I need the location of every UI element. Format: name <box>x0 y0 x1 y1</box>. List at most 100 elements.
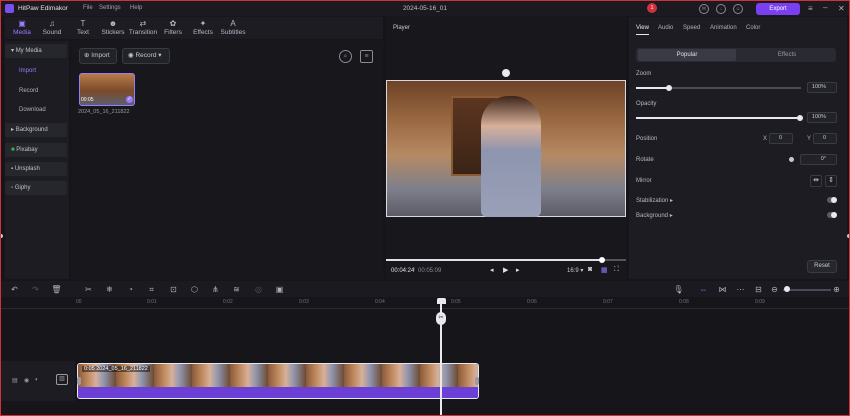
crop-icon[interactable]: ⌗ <box>146 284 157 295</box>
tab-color[interactable]: Color <box>746 25 760 31</box>
subtitle-icon: A <box>230 19 236 28</box>
tab-text[interactable]: T Text <box>68 19 98 36</box>
rotate-handle[interactable] <box>502 69 510 77</box>
playhead-handle[interactable] <box>436 298 446 304</box>
sidebar-item-background[interactable]: ▸ Background <box>5 123 67 137</box>
tab-label: Effects <box>193 29 213 36</box>
mirror-vertical-icon[interactable]: ⇕ <box>825 175 837 187</box>
sidebar-item-pixabay[interactable]: ■ Pixabay <box>5 143 67 157</box>
zoom-slider-knob[interactable] <box>666 85 672 91</box>
stabilization-toggle[interactable] <box>827 197 837 203</box>
play-icon[interactable]: ▶ <box>503 266 508 274</box>
tab-stickers[interactable]: ☻ Stickers <box>98 19 128 36</box>
split-icon[interactable]: ✂ <box>83 284 94 295</box>
timeline-zoom-slider[interactable] <box>783 289 831 291</box>
pos-y-input[interactable]: 0 <box>813 133 837 144</box>
lock-icon[interactable]: ▤ <box>12 377 18 384</box>
tab-view[interactable]: View <box>636 25 649 31</box>
account-icon[interactable]: ☺ <box>733 4 743 14</box>
zoom-input[interactable]: 100% <box>807 82 837 93</box>
fit-icon[interactable]: ⊟ <box>753 284 764 295</box>
sidebar-sub-import[interactable]: Import <box>19 68 36 74</box>
notification-badge[interactable]: 1 <box>647 3 657 13</box>
reset-button[interactable]: Reset <box>807 260 837 273</box>
ruler-tick: 0:04 <box>375 299 385 305</box>
tab-animation[interactable]: Animation <box>710 25 737 31</box>
tab-subtitles[interactable]: A Subtitles <box>218 19 248 36</box>
sidebar-item-giphy[interactable]: ▫ Giphy <box>5 181 67 195</box>
clip-left-handle[interactable] <box>77 377 81 385</box>
tab-filters[interactable]: ✿ Filters <box>158 19 188 36</box>
freeze-icon[interactable]: ❄ <box>104 284 115 295</box>
prev-frame-icon[interactable]: ◂ <box>490 266 494 274</box>
minimize-icon[interactable]: – <box>823 3 827 12</box>
zoom-in-icon[interactable]: ⊕ <box>831 284 842 295</box>
tab-transition[interactable]: ⇄ Transition <box>128 19 158 36</box>
player-scrubber-knob[interactable] <box>599 256 605 263</box>
camera-icon[interactable]: ◙ <box>588 266 592 273</box>
link-icon[interactable]: ⇔ <box>698 284 709 295</box>
speed-icon[interactable]: ◔ <box>125 284 136 295</box>
total-time: 00:05:09 <box>418 268 442 274</box>
duration-icon[interactable]: ⊡ <box>168 284 179 295</box>
delete-icon[interactable]: 🗑 <box>51 284 62 295</box>
tab-speed[interactable]: Speed <box>683 25 700 31</box>
caption-icon[interactable]: ▣ <box>274 284 285 295</box>
timeline-ruler[interactable] <box>1 297 849 309</box>
zoom-out-icon[interactable]: ⊖ <box>769 284 780 295</box>
sidebar-sub-record[interactable]: Record <box>19 88 38 94</box>
opacity-slider-knob[interactable] <box>797 115 803 121</box>
tab-sound[interactable]: ♫ Sound <box>37 19 67 36</box>
opacity-slider[interactable] <box>636 117 801 119</box>
rotate-dial-icon[interactable] <box>789 157 794 162</box>
record-button[interactable]: ◉ Record ▾ <box>122 48 170 64</box>
search-icon[interactable]: ⌕ <box>339 50 352 63</box>
mirror-flip-icon[interactable]: ⋔ <box>210 284 221 295</box>
aspect-ratio-select[interactable]: 16:9 ▾ <box>567 267 583 274</box>
tab-effects[interactable]: ✦ Effects <box>188 19 218 36</box>
segment-popular[interactable]: Popular <box>638 52 736 58</box>
playhead-split-icon[interactable]: ✂ <box>436 312 446 325</box>
ruler-tick: 0:05 <box>451 299 461 305</box>
menu-icon[interactable]: ≡ <box>808 4 813 13</box>
import-button[interactable]: ⊕ Import <box>79 48 117 64</box>
resize-grip-left[interactable] <box>1 234 3 238</box>
segment-effects[interactable]: Effects <box>738 52 836 58</box>
ai-icon[interactable]: ◎ <box>253 284 264 295</box>
background-toggle[interactable] <box>827 212 837 218</box>
sidebar-item-my-media[interactable]: ▾ My Media <box>5 44 67 58</box>
next-frame-icon[interactable]: ▸ <box>516 266 520 274</box>
mask-icon[interactable]: ⬡ <box>189 284 200 295</box>
cover-icon[interactable]: ▨ <box>56 374 68 385</box>
tab-audio[interactable]: Audio <box>658 25 673 31</box>
grid-icon[interactable]: ▦ <box>601 266 608 274</box>
fullscreen-icon[interactable]: ⛶ <box>614 266 619 274</box>
tab-label: Media <box>13 29 31 36</box>
close-icon[interactable]: ✕ <box>838 4 845 13</box>
mirror-horizontal-icon[interactable]: ⇹ <box>810 175 822 187</box>
clip-right-handle[interactable] <box>475 377 479 385</box>
tab-media[interactable]: ▣ Media <box>7 19 37 36</box>
message-icon[interactable]: ✉ <box>699 4 709 14</box>
rotate-input[interactable]: 0° <box>800 154 837 165</box>
redo-icon[interactable]: ↷ <box>30 284 41 295</box>
pos-x-input[interactable]: 0 <box>769 133 793 144</box>
export-button[interactable]: Export <box>756 3 800 15</box>
video-clip[interactable]: 0:05 2024_05_16_211822 <box>77 363 479 399</box>
microphone-icon[interactable]: 🎙 <box>673 284 684 295</box>
sidebar-item-unsplash[interactable]: ▪ Unsplash <box>5 162 67 176</box>
sort-icon[interactable]: ≡ <box>360 50 373 63</box>
snap-icon[interactable]: ⋈ <box>717 284 728 295</box>
visibility-icon[interactable]: ◉ <box>24 377 29 384</box>
ruler-tick: 0:09 <box>755 299 765 305</box>
undo-icon[interactable]: ↶ <box>9 284 20 295</box>
ripple-icon[interactable]: ⋯ <box>735 284 746 295</box>
audio-split-icon[interactable]: ≋ <box>231 284 242 295</box>
mute-icon[interactable]: ◐ <box>35 377 39 383</box>
timeline-zoom-knob[interactable] <box>784 286 790 292</box>
opacity-input[interactable]: 100% <box>807 112 837 123</box>
background-label[interactable]: Background ▸ <box>636 212 673 219</box>
download-icon[interactable]: ↓ <box>716 4 726 14</box>
sidebar-sub-download[interactable]: Download <box>19 107 46 113</box>
stabilization-label[interactable]: Stabilization ▸ <box>636 197 673 204</box>
